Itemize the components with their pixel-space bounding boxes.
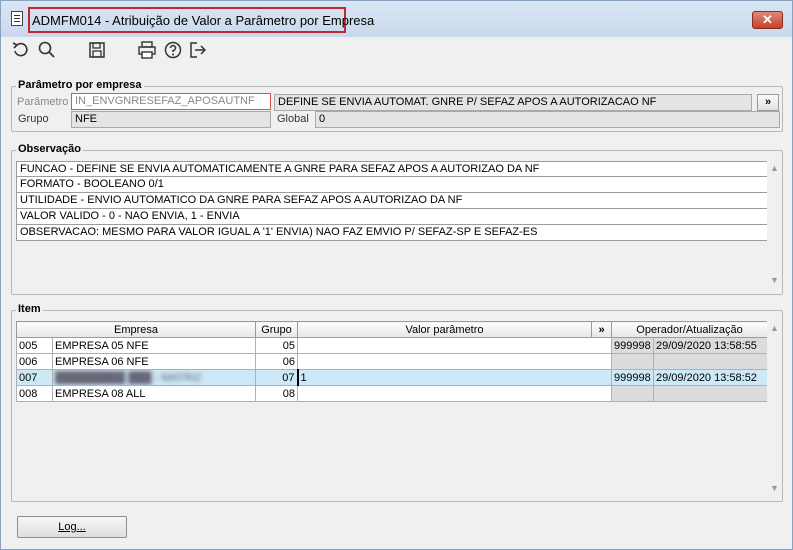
row-data (653, 385, 768, 402)
observacao-line: VALOR VALIDO - 0 - NAO ENVIA, 1 - ENVIA (16, 209, 771, 225)
observacao-scrollbar[interactable]: ▲ ▼ (767, 161, 781, 289)
row-valor-input[interactable] (297, 353, 612, 370)
row-data: 29/09/2020 13:58:52 (653, 369, 768, 386)
item-group-title: Item (16, 303, 43, 315)
row-empresa: EMPRESA 08 ALL (52, 385, 256, 402)
parametro-label: Parâmetro (17, 96, 69, 108)
table-row-selected[interactable]: 007 █████████ ███ - MATRIZ 07 1 999998 2… (16, 369, 768, 386)
row-empresa: EMPRESA 05 NFE (52, 337, 256, 354)
toolbar (1, 37, 792, 63)
row-operador (611, 353, 654, 370)
document-icon (11, 11, 23, 26)
undo-icon[interactable] (11, 40, 31, 60)
parametro-field[interactable]: IN_ENVGNRESEFAZ_APOSAUTNF (71, 93, 271, 110)
parametro-description: DEFINE SE ENVIA AUTOMAT. GNRE P/ SEFAZ A… (274, 94, 752, 111)
column-header-empresa[interactable]: Empresa (16, 321, 256, 338)
row-grupo: 07 (255, 369, 298, 386)
row-empresa: █████████ ███ - MATRIZ (52, 369, 256, 386)
row-code: 005 (16, 337, 53, 354)
item-scrollbar[interactable]: ▲ ▼ (767, 321, 781, 497)
table-row[interactable]: 006 EMPRESA 06 NFE 06 (16, 353, 768, 370)
close-button[interactable]: ✕ (752, 11, 783, 29)
log-button-label: Log... (58, 521, 86, 533)
row-valor-input[interactable] (297, 337, 612, 354)
row-valor-input[interactable]: 1 (296, 369, 612, 386)
table-header: Empresa Grupo Valor parâmetro » Operador… (16, 321, 768, 338)
row-code: 007 (16, 369, 53, 386)
parametro-expand-button[interactable]: » (757, 94, 779, 111)
row-code: 006 (16, 353, 53, 370)
grupo-label: Grupo (18, 113, 49, 125)
row-grupo: 06 (255, 353, 298, 370)
redacted-company-name: █████████ ███ - MATRIZ (55, 371, 202, 384)
global-label: Global (277, 113, 309, 125)
scroll-down-icon[interactable]: ▼ (770, 275, 779, 285)
row-grupo: 05 (255, 337, 298, 354)
main-window: ADMFM014 - Atribuição de Valor a Parâmet… (0, 0, 793, 550)
scroll-up-icon[interactable]: ▲ (770, 163, 779, 173)
row-valor-input[interactable] (297, 385, 612, 402)
table-row[interactable]: 008 EMPRESA 08 ALL 08 (16, 385, 768, 402)
observacao-group: Observação FUNCAO - DEFINE SE ENVIA AUTO… (11, 143, 783, 295)
observacao-line: FORMATO - BOOLEANO 0/1 (16, 177, 771, 193)
search-icon[interactable] (37, 40, 57, 60)
observacao-line: UTILIDADE - ENVIO AUTOMATICO DA GNRE PAR… (16, 193, 771, 209)
column-header-valor[interactable]: Valor parâmetro (297, 321, 592, 338)
title-bar: ADMFM014 - Atribuição de Valor a Parâmet… (1, 1, 792, 37)
parametro-group-title: Parâmetro por empresa (16, 79, 144, 91)
row-grupo: 08 (255, 385, 298, 402)
row-operador: 999998 (611, 369, 654, 386)
observacao-line: OBSERVACAO: MESMO PARA VALOR IGUAL A '1'… (16, 225, 771, 241)
window-title: ADMFM014 - Atribuição de Valor a Parâmet… (28, 7, 374, 33)
observacao-list: FUNCAO - DEFINE SE ENVIA AUTOMATICAMENTE… (16, 161, 771, 241)
scroll-down-icon[interactable]: ▼ (770, 483, 779, 493)
exit-icon[interactable] (188, 40, 208, 60)
save-icon[interactable] (87, 40, 107, 60)
row-code: 008 (16, 385, 53, 402)
item-group: Item Empresa Grupo Valor parâmetro » Ope… (11, 303, 783, 502)
column-expand-button[interactable]: » (591, 321, 612, 338)
print-icon[interactable] (137, 40, 157, 60)
column-header-grupo[interactable]: Grupo (255, 321, 298, 338)
column-header-operador[interactable]: Operador/Atualização (611, 321, 768, 338)
item-table: Empresa Grupo Valor parâmetro » Operador… (16, 321, 768, 402)
row-data: 29/09/2020 13:58:55 (653, 337, 768, 354)
help-icon[interactable] (163, 40, 183, 60)
row-operador (611, 385, 654, 402)
scroll-up-icon[interactable]: ▲ (770, 323, 779, 333)
parametro-group: Parâmetro por empresa Parâmetro IN_ENVGN… (11, 79, 783, 132)
row-empresa: EMPRESA 06 NFE (52, 353, 256, 370)
row-operador: 999998 (611, 337, 654, 354)
global-field: 0 (315, 111, 780, 128)
observacao-group-title: Observação (16, 143, 83, 155)
observacao-line: FUNCAO - DEFINE SE ENVIA AUTOMATICAMENTE… (16, 161, 771, 177)
log-button[interactable]: Log... (17, 516, 127, 538)
table-row[interactable]: 005 EMPRESA 05 NFE 05 999998 29/09/2020 … (16, 337, 768, 354)
grupo-field: NFE (71, 111, 271, 128)
row-data (653, 353, 768, 370)
